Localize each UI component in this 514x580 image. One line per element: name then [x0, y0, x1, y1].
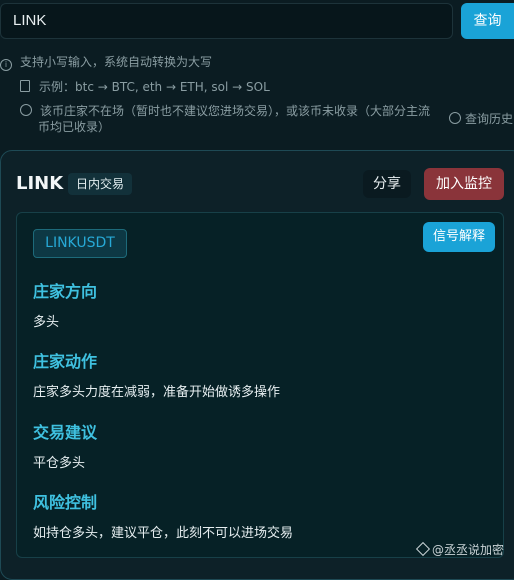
watermark: @丞丞说加密	[415, 541, 505, 558]
coin-title: LINK	[16, 173, 64, 194]
query-history-link[interactable]: 查询历史	[449, 110, 513, 127]
watermark-logo-icon	[415, 541, 431, 557]
section-title-risk: 风险控制	[33, 493, 98, 512]
section-title-advice: 交易建议	[33, 423, 98, 442]
search-input[interactable]: LINK	[0, 3, 453, 39]
clock-icon	[20, 104, 32, 116]
signal-explain-button[interactable]: 信号解释	[423, 222, 495, 252]
hint-not-present-cont: 币均已收录）	[38, 120, 111, 134]
section-body-risk: 如持仓多头，建议平仓，此刻不可以进场交易	[33, 526, 294, 541]
search-bar: LINK 查询	[0, 3, 514, 39]
history-icon	[449, 112, 461, 124]
section-title-action: 庄家动作	[33, 352, 98, 371]
hint-example: 示例：btc → BTC, eth → ETH, sol → SOL	[20, 79, 270, 96]
info-icon: i	[0, 59, 12, 71]
section-body-action: 庄家多头力度在减弱，准备开始做诱多操作	[33, 385, 281, 400]
document-icon	[20, 80, 30, 92]
hint-example-text: 示例：btc → BTC, eth → ETH, sol → SOL	[39, 80, 270, 94]
hint-uppercase-text: 支持小写输入，系统自动转换为大写	[20, 55, 213, 69]
section-title-direction: 庄家方向	[33, 282, 98, 301]
share-button[interactable]: 分享	[363, 170, 411, 198]
hint-uppercase: i 支持小写输入，系统自动转换为大写	[0, 54, 212, 71]
trade-type-badge: 日内交易	[68, 173, 133, 195]
hint-not-present: 该币庄家不在场（暂时也不建议您进场交易），或该币未收录（大部分主流	[20, 103, 430, 120]
add-monitor-button[interactable]: 加入监控	[424, 168, 504, 200]
query-history-label: 查询历史	[465, 112, 514, 126]
section-body-direction: 多头	[33, 315, 60, 330]
section-body-advice: 平仓多头	[33, 456, 86, 471]
hint-not-present-text: 该币庄家不在场（暂时也不建议您进场交易），或该币未收录（大部分主流	[40, 104, 431, 118]
watermark-text: @丞丞说加密	[432, 543, 505, 557]
symbol-tag: LINKUSDT	[33, 229, 127, 258]
search-button[interactable]: 查询	[461, 3, 514, 39]
